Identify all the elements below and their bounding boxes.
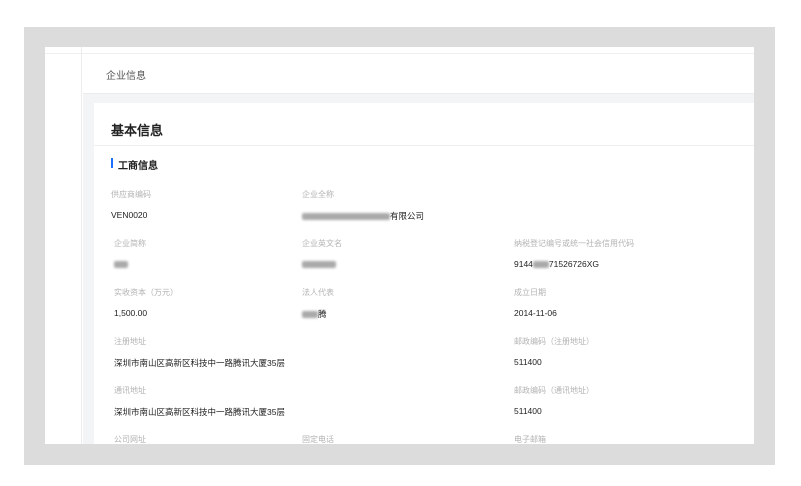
field-value: 1,500.00 xyxy=(114,308,148,318)
field-value: 有限公司 xyxy=(302,210,424,222)
field-value: 511400 xyxy=(514,357,542,367)
field-label: 通讯地址 xyxy=(114,386,146,395)
field-established: 成立日期 2014-11-06 xyxy=(514,287,557,318)
field-value: 腾 xyxy=(302,308,334,320)
field-value: 深圳市南山区高新区科技中一路腾讯大厦35层 xyxy=(114,407,285,417)
field-english-name: 企业英文名 xyxy=(302,238,342,269)
field-phone: 固定电话 xyxy=(302,434,334,444)
field-short-name: 企业简称 xyxy=(114,238,146,269)
field-email: 电子邮箱 xyxy=(514,434,546,444)
field-label: 法人代表 xyxy=(302,288,334,297)
field-label: 固定电话 xyxy=(302,435,334,444)
field-label: 企业英文名 xyxy=(302,239,342,248)
redacted-text xyxy=(114,261,128,269)
info-card: 基本信息 工商信息 供应商编码 VEN0020 企业全称 有限公司 企业简称 企… xyxy=(94,103,754,444)
field-value-suffix: 腾 xyxy=(318,309,327,319)
field-mail-zip: 邮政编码（通讯地址） 511400 xyxy=(514,385,594,416)
field-label: 企业全称 xyxy=(302,190,334,199)
card-divider xyxy=(94,145,754,146)
field-label: 供应商编码 xyxy=(111,190,151,199)
field-value: 深圳市南山区高新区科技中一路腾讯大厦35层 xyxy=(114,358,285,368)
field-value: 9144 71526726XG xyxy=(514,259,634,269)
app-screen: 企业信息 基本信息 工商信息 供应商编码 VEN0020 企业全称 有限公司 企… xyxy=(45,47,754,444)
field-value-suffix: 有限公司 xyxy=(390,211,425,221)
card-title: 基本信息 xyxy=(111,123,164,138)
field-mail-address: 通讯地址 深圳市南山区高新区科技中一路腾讯大厦35层 xyxy=(114,385,285,418)
field-value: 511400 xyxy=(514,406,542,416)
field-capital: 实收资本（万元） 1,500.00 xyxy=(114,287,178,318)
redacted-text xyxy=(302,213,390,221)
field-value: VEN0020 xyxy=(111,210,148,220)
field-reg-address: 注册地址 深圳市南山区高新区科技中一路腾讯大厦35层 xyxy=(114,336,285,369)
redacted-text xyxy=(532,261,549,269)
field-value xyxy=(114,259,146,269)
field-label: 公司网址 xyxy=(114,435,146,444)
field-label: 电子邮箱 xyxy=(514,435,546,444)
field-label: 企业简称 xyxy=(114,239,146,248)
page-title: 企业信息 xyxy=(106,71,146,82)
redacted-text xyxy=(302,311,318,319)
field-label: 注册地址 xyxy=(114,337,146,346)
field-reg-zip: 邮政编码（注册地址） 511400 xyxy=(514,336,594,367)
field-label: 纳税登记编号或统一社会信用代码 xyxy=(514,239,634,248)
field-supplier-code: 供应商编码 VEN0020 xyxy=(111,189,151,220)
field-value-suffix: 71526726XG xyxy=(548,259,600,269)
page-header: 企业信息 xyxy=(83,54,754,94)
section-title: 工商信息 xyxy=(111,157,158,172)
field-value xyxy=(302,259,342,269)
field-label: 实收资本（万元） xyxy=(114,288,178,297)
field-label: 邮政编码（通讯地址） xyxy=(514,386,594,395)
field-tax-code: 纳税登记编号或统一社会信用代码 9144 71526726XG xyxy=(514,238,634,269)
field-label: 邮政编码（注册地址） xyxy=(514,337,594,346)
field-value: 2014-11-06 xyxy=(514,308,557,318)
field-label: 成立日期 xyxy=(514,288,546,297)
field-legal-rep: 法人代表 腾 xyxy=(302,287,334,320)
field-full-name: 企业全称 有限公司 xyxy=(302,189,424,222)
redacted-text xyxy=(302,261,336,269)
field-website: 公司网址 xyxy=(114,434,146,444)
sidebar-edge xyxy=(81,47,82,444)
field-value-prefix: 9144 xyxy=(514,259,533,269)
